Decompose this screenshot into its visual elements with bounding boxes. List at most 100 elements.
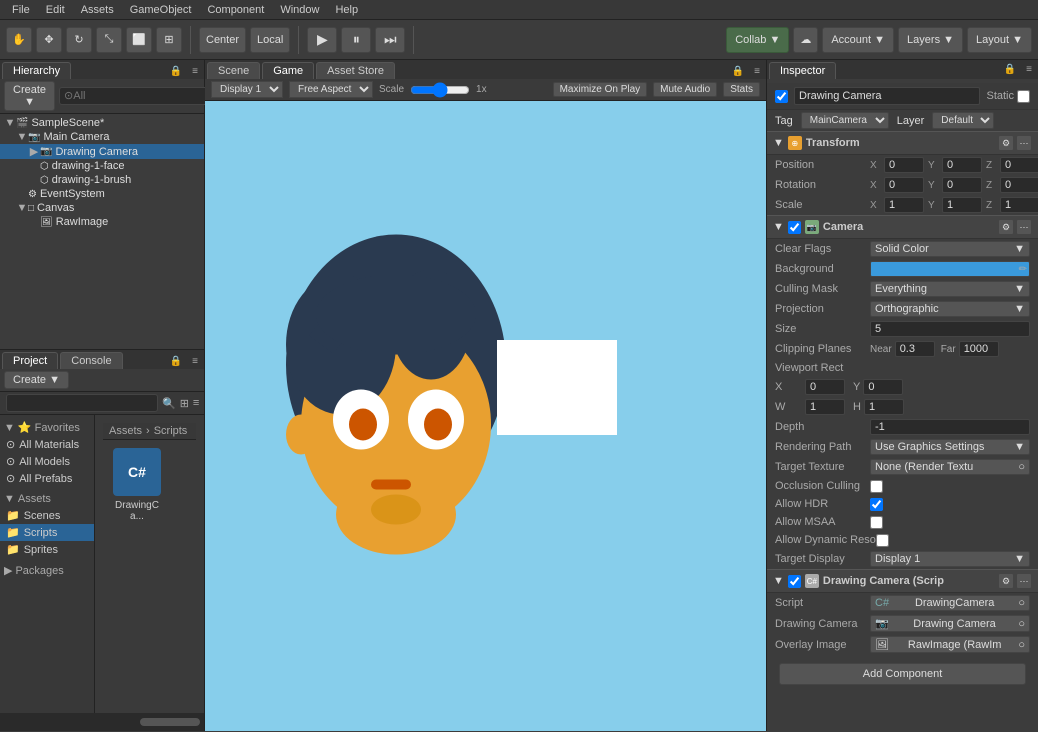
static-checkbox[interactable] [1017,90,1030,103]
project-tab[interactable]: Project [2,352,58,369]
hierarchy-create-button[interactable]: Create ▼ [4,81,55,111]
scale-tool-button[interactable]: ⤡ [96,27,122,53]
hierarchy-tab[interactable]: Hierarchy [2,62,71,79]
game-tab[interactable]: Game [262,62,314,79]
hierarchy-item-face[interactable]: ⬡ drawing-1-face [0,159,204,173]
menu-help[interactable]: Help [327,4,366,16]
breadcrumb-scripts[interactable]: Scripts [154,425,188,437]
hierarchy-item-eventsystem[interactable]: ⚙ EventSystem [0,187,204,201]
viewport-y-input[interactable] [863,379,903,395]
script-field-select[interactable]: C# DrawingCamera ○ [870,595,1030,611]
culling-mask-select[interactable]: Everything ▼ [870,281,1030,297]
camera-enabled-checkbox[interactable] [788,221,801,234]
overlay-image-field[interactable]: 🖼 RawImage (RawIm ○ [870,636,1030,653]
maximize-button[interactable]: Maximize On Play [553,82,648,97]
drawing-camera-ref-field[interactable]: 📷 Drawing Camera ○ [870,615,1030,632]
object-name-input[interactable] [794,87,980,105]
stats-button[interactable]: Stats [723,82,760,97]
transform-more-icon[interactable]: ⋯ [1016,135,1032,151]
account-button[interactable]: Account ▼ [822,27,894,53]
asset-store-tab[interactable]: Asset Store [316,62,395,79]
script-settings-icon[interactable]: ⚙ [998,573,1014,589]
transform-component-header[interactable]: ▼ ⊕ Transform ⚙ ⋯ [767,131,1038,155]
project-menu-icon[interactable]: ≡ [188,354,202,369]
position-y-input[interactable] [942,157,982,173]
scale-slider[interactable] [410,82,470,98]
local-button[interactable]: Local [250,27,290,53]
mute-button[interactable]: Mute Audio [653,82,717,97]
aspect-select[interactable]: Free Aspect [289,81,373,98]
rotation-y-input[interactable] [942,177,982,193]
pause-button[interactable]: ⏸ [341,27,371,53]
rotate-tool-button[interactable]: ↻ [66,27,92,53]
inspector-menu-icon[interactable]: ≡ [1022,62,1036,79]
layout-button[interactable]: Layout ▼ [967,27,1032,53]
target-texture-select[interactable]: None (Render Textu ○ [870,459,1030,475]
hierarchy-item-maincamera[interactable]: ▼ 📷 Main Camera [0,130,204,144]
project-search-input[interactable] [6,394,158,412]
rect-tool-button[interactable]: ⬜ [126,27,152,53]
hierarchy-menu-icon[interactable]: ≡ [188,64,202,79]
menu-gameobject[interactable]: GameObject [122,4,200,16]
script-enabled-checkbox[interactable] [788,575,801,588]
project-sidebar-scripts[interactable]: 📁 Scripts [0,524,94,541]
project-sidebar-all-prefabs[interactable]: ⊙ All Prefabs [0,470,94,487]
object-enabled-checkbox[interactable] [775,90,788,103]
camera-component-header[interactable]: ▼ 📷 Camera ⚙ ⋯ [767,215,1038,239]
console-tab[interactable]: Console [60,352,122,369]
favorites-section[interactable]: ▼ ⭐ Favorites [0,419,94,436]
hand-tool-button[interactable]: ✋ [6,27,32,53]
rotation-z-input[interactable] [1000,177,1038,193]
hierarchy-item-rawimage[interactable]: 🖼 RawImage [0,215,204,229]
layer-select[interactable]: Default [932,112,994,129]
scale-y-input[interactable] [942,197,982,213]
viewport-h-input[interactable] [864,399,904,415]
menu-file[interactable]: File [4,4,38,16]
add-component-button[interactable]: Add Component [779,663,1026,685]
inspector-tab[interactable]: Inspector [769,62,836,79]
search-icon[interactable]: 🔍 [162,397,176,410]
allow-hdr-checkbox[interactable] [870,498,883,511]
play-button[interactable]: ▶ [307,27,337,53]
menu-assets[interactable]: Assets [73,4,122,16]
position-z-input[interactable] [1000,157,1038,173]
rendering-path-select[interactable]: Use Graphics Settings ▼ [870,439,1030,455]
project-sidebar-all-models[interactable]: ⊙ All Models [0,453,94,470]
breadcrumb-assets[interactable]: Assets [109,425,142,437]
filter-icon[interactable]: ⊞ [180,397,189,410]
menu-component[interactable]: Component [199,4,272,16]
script-more-icon[interactable]: ⋯ [1016,573,1032,589]
clear-flags-select[interactable]: Solid Color ▼ [870,241,1030,257]
hierarchy-item-canvas[interactable]: ▼ □ Canvas [0,201,204,215]
depth-input[interactable] [870,419,1030,435]
step-button[interactable]: ⏭ [375,27,405,53]
camera-settings-icon[interactable]: ⚙ [998,219,1014,235]
scale-z-input[interactable] [1000,197,1038,213]
hierarchy-search-input[interactable] [59,87,211,105]
background-color-swatch[interactable]: ✏ [870,261,1030,277]
center-button[interactable]: Center [199,27,246,53]
menu-window[interactable]: Window [272,4,327,16]
collab-button[interactable]: Collab ▼ [726,27,789,53]
hierarchy-item-drawingcamera[interactable]: ▶ 📷 Drawing Camera [0,144,204,159]
scale-x-input[interactable] [884,197,924,213]
script-component-header[interactable]: ▼ C# Drawing Camera (Scrip ⚙ ⋯ [767,569,1038,593]
view-icon[interactable]: ≡ [193,397,199,409]
menu-edit[interactable]: Edit [38,4,73,16]
cloud-button[interactable]: ☁ [793,27,818,53]
project-create-button[interactable]: Create ▼ [4,371,69,389]
scene-menu-icon[interactable]: ≡ [750,64,764,79]
layers-button[interactable]: Layers ▼ [898,27,963,53]
target-display-select[interactable]: Display 1 ▼ [870,551,1030,567]
allow-dynamic-checkbox[interactable] [876,534,889,547]
project-sidebar-sprites[interactable]: 📁 Sprites [0,541,94,558]
viewport-w-input[interactable] [805,399,845,415]
project-sidebar-scenes[interactable]: 📁 Scenes [0,507,94,524]
scene-tab[interactable]: Scene [207,62,260,79]
transform-tool-button[interactable]: ⊞ [156,27,182,53]
allow-msaa-checkbox[interactable] [870,516,883,529]
display-select[interactable]: Display 1 [211,81,283,98]
assets-section[interactable]: ▼ Assets [0,491,94,507]
rotation-x-input[interactable] [884,177,924,193]
position-x-input[interactable] [884,157,924,173]
